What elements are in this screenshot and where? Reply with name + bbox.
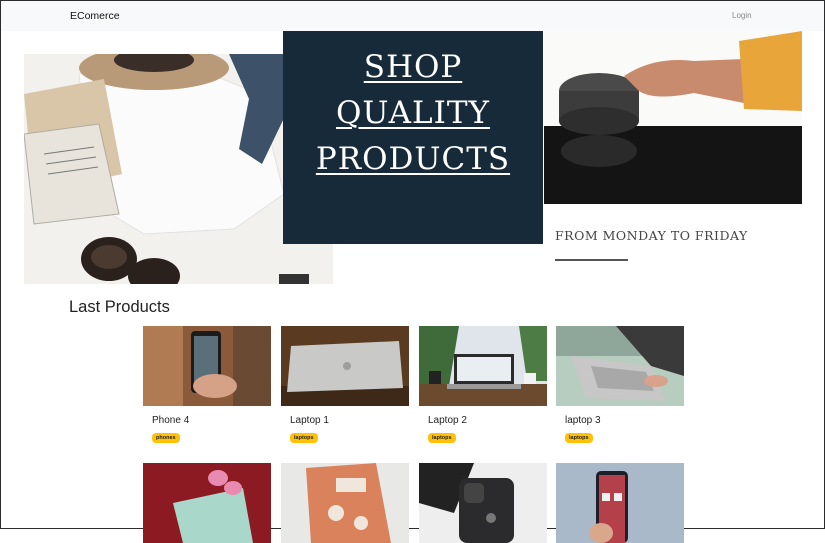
hero-speaker-image bbox=[544, 31, 802, 204]
product-name[interactable]: laptop 3 bbox=[565, 415, 601, 426]
category-badge: laptops bbox=[290, 433, 318, 443]
brand-link[interactable]: EComerce bbox=[70, 10, 120, 22]
category-badge: phones bbox=[152, 433, 180, 443]
product-image-phone[interactable] bbox=[143, 463, 271, 543]
hero-title: SHOP QUALITY PRODUCTS bbox=[283, 44, 543, 182]
navbar: EComerce Login bbox=[1, 1, 824, 31]
product-image-laptop[interactable] bbox=[281, 326, 409, 406]
subtitle-divider bbox=[555, 259, 628, 261]
hero-subtitle: FROM MONDAY TO FRIDAY bbox=[555, 228, 748, 243]
product-name[interactable]: Phone 4 bbox=[152, 415, 189, 426]
category-badge: laptops bbox=[565, 433, 593, 443]
product-name[interactable]: Laptop 2 bbox=[428, 415, 467, 426]
hero-title-line-3: PRODUCTS bbox=[315, 141, 511, 177]
login-link[interactable]: Login bbox=[732, 11, 752, 20]
product-image-laptop[interactable] bbox=[419, 326, 547, 406]
product-image-phone[interactable] bbox=[556, 463, 684, 543]
category-badge: laptops bbox=[428, 433, 456, 443]
product-image-laptop[interactable] bbox=[556, 326, 684, 406]
hero-title-line-2: QUALITY bbox=[336, 95, 490, 131]
product-image-phone[interactable] bbox=[419, 463, 547, 543]
product-name[interactable]: Laptop 1 bbox=[290, 415, 329, 426]
hero-title-line-1: SHOP bbox=[363, 49, 463, 85]
product-image-phone[interactable] bbox=[281, 463, 409, 543]
product-image-phone[interactable] bbox=[143, 326, 271, 406]
section-title: Last Products bbox=[69, 298, 170, 316]
